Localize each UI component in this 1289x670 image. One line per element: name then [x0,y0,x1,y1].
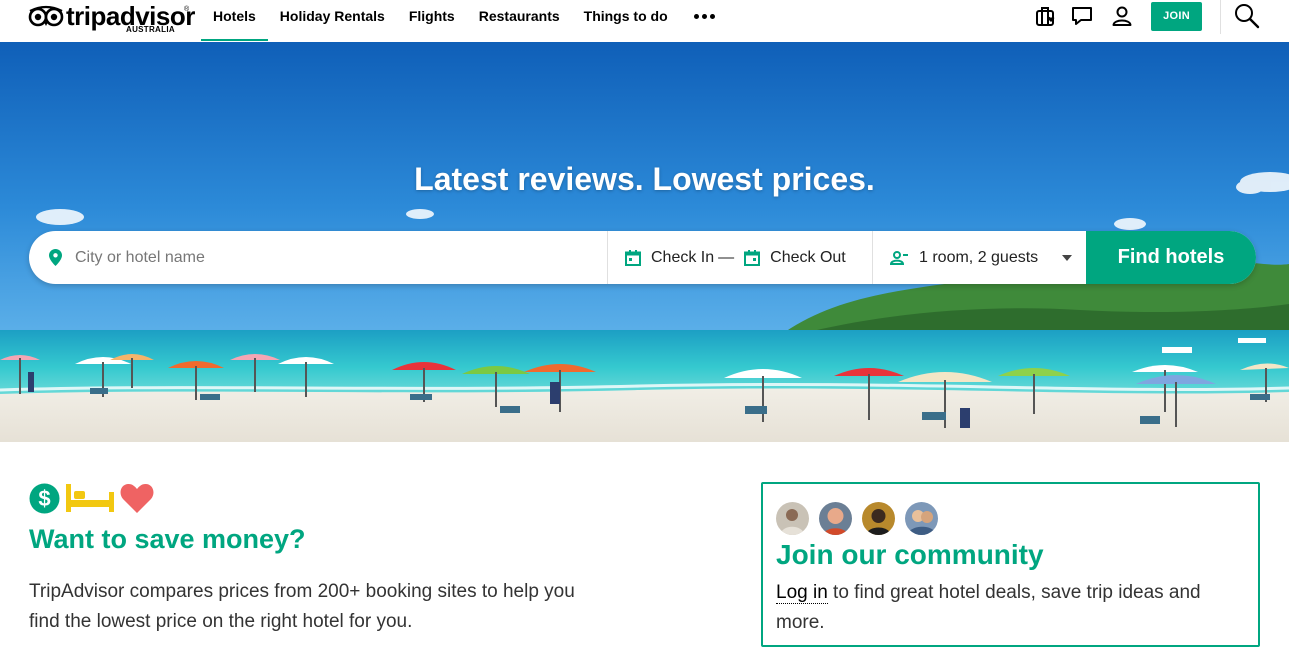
save-icons: $ [29,482,154,514]
avatar [819,502,852,535]
nav-item-restaurants[interactable]: Restaurants [467,0,572,42]
avatar [776,502,809,535]
avatar [905,502,938,535]
guests-icon [890,250,908,265]
community-card: Join our community Log in to find great … [761,482,1260,647]
calendar-icon [625,249,641,266]
more-dots-icon[interactable] [680,0,730,42]
login-link[interactable]: Log in [776,582,828,604]
hero-banner: Latest reviews. Lowest prices. Check In … [0,42,1289,442]
chevron-down-icon [1062,255,1072,261]
check-in-label[interactable]: Check In [651,249,714,267]
person-icon[interactable] [1110,4,1134,28]
date-separator: — [718,248,735,266]
hero-title: Latest reviews. Lowest prices. [414,161,875,197]
save-money-title: Want to save money? [29,524,306,554]
top-header: tripadvisor ® AUSTRALIA Hotels Holiday R… [0,0,1289,42]
map-pin-icon [49,249,62,266]
join-button[interactable]: JOIN [1151,2,1202,31]
hotel-search-bar: Check In — Check Out 1 room, 2 guests Fi… [29,231,1256,284]
main-nav: Hotels Holiday Rentals Flights Restauran… [201,0,730,42]
find-hotels-button[interactable]: Find hotels [1086,231,1256,284]
community-description: to find great hotel deals, save trip ide… [776,582,1201,633]
calendar-icon [744,249,761,266]
guests-selector[interactable]: 1 room, 2 guests [873,231,1086,284]
chat-bubble-icon[interactable] [1070,4,1094,28]
avatar [862,502,895,535]
community-text: Log in to find great hotel deals, save t… [776,578,1246,638]
check-out-label[interactable]: Check Out [770,249,846,267]
tripadvisor-logo[interactable]: tripadvisor ® AUSTRALIA [28,1,195,36]
nav-item-flights[interactable]: Flights [397,0,467,42]
svg-text:$: $ [38,486,50,511]
heart-icon [120,484,154,513]
bed-icon [66,484,114,512]
location-field[interactable] [29,231,607,284]
nav-item-holiday-rentals[interactable]: Holiday Rentals [268,0,397,42]
nav-item-things-to-do[interactable]: Things to do [572,0,680,42]
trademark: ® [184,6,190,13]
dollar-icon: $ [29,483,60,513]
header-divider [1220,0,1221,34]
nav-item-hotels[interactable]: Hotels [201,0,268,42]
save-money-text: TripAdvisor compares prices from 200+ bo… [29,581,575,632]
guests-label: 1 room, 2 guests [919,248,1039,266]
avatar-group [776,502,938,535]
search-icon[interactable] [1234,3,1260,29]
brand-region: AUSTRALIA [126,25,175,34]
owl-logo-icon [28,5,64,27]
location-input[interactable] [75,248,575,267]
community-title: Join our community [776,539,1044,570]
suitcase-heart-icon[interactable] [1034,4,1058,28]
date-picker[interactable]: Check In — Check Out [608,231,872,284]
